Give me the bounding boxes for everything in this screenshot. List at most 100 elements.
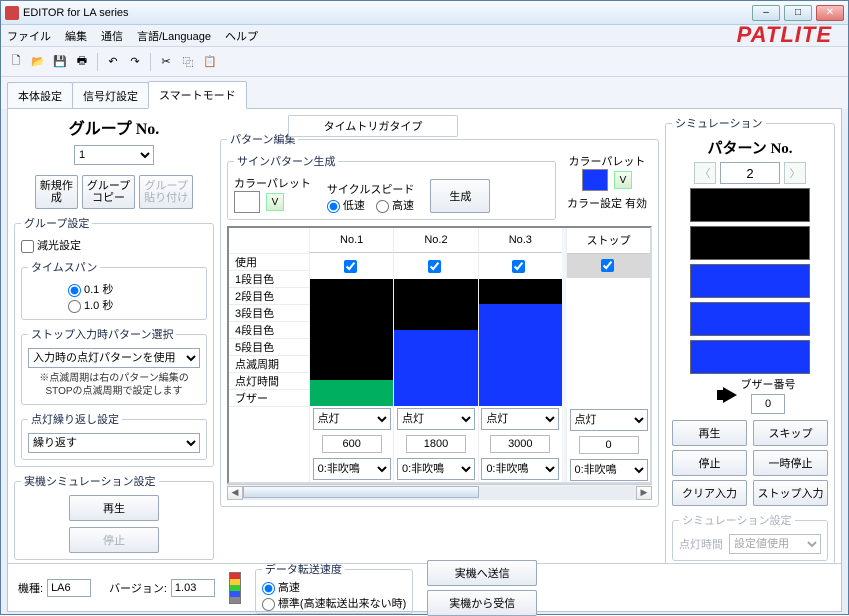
stop-pattern-select[interactable]: 入力時の点灯パターンを使用 [28, 348, 200, 368]
send-button[interactable]: 実機へ送信 [427, 560, 537, 586]
repeat-select[interactable]: 繰り返す [28, 433, 200, 453]
palette-dropdown-right-icon[interactable]: V [614, 171, 632, 189]
redo-icon[interactable]: ↷ [126, 53, 144, 71]
c1-3-color[interactable] [479, 279, 562, 304]
time-3-input[interactable] [490, 435, 550, 453]
print-icon[interactable]: 🖶 [73, 53, 91, 71]
scroll-right-icon[interactable]: ▶ [636, 486, 652, 500]
dim-checkbox-label[interactable]: 減光設定 [21, 240, 81, 252]
buzzer-no-input[interactable] [751, 394, 785, 414]
scroll-left-icon[interactable]: ◀ [227, 486, 243, 500]
c4-3-color[interactable] [479, 355, 562, 380]
open-icon[interactable]: 📂 [29, 53, 47, 71]
save-icon[interactable]: 💾 [51, 53, 69, 71]
time-stop-input[interactable] [579, 436, 639, 454]
lit-time-label: 点灯時間 [679, 536, 723, 552]
pattern-grid: 使用 1段目色 2段目色 3段目色 4段目色 5段目色 点滅周期 点灯時間 ブザ… [227, 226, 652, 484]
dim-checkbox[interactable] [21, 240, 34, 253]
menu-edit[interactable]: 編集 [65, 28, 87, 44]
c5-2-color[interactable] [394, 380, 477, 405]
buzzer-3-select[interactable]: 0:非吹鳴 [481, 458, 559, 480]
cycle-slow-radio[interactable] [327, 200, 340, 213]
timespan-01-label[interactable]: 0.1 秒 [68, 284, 113, 296]
cycle-slow-label[interactable]: 低速 [327, 200, 365, 212]
blink-stop-select[interactable]: 点灯 [570, 409, 648, 431]
sim-tower [672, 188, 828, 374]
timespan-10-radio[interactable] [68, 300, 81, 313]
maximize-button[interactable]: □ [784, 5, 812, 21]
time-1-input[interactable] [322, 435, 382, 453]
c3-3-color[interactable] [479, 330, 562, 355]
tab-smart-mode[interactable]: スマートモード [148, 81, 247, 109]
c4-2-color[interactable] [394, 355, 477, 380]
sim-skip-button[interactable]: スキップ [753, 420, 828, 446]
palette-swatch-right[interactable] [582, 169, 608, 191]
c1-2-color[interactable] [394, 279, 477, 304]
new-button[interactable]: 新規作 成 [35, 175, 78, 209]
c5-3-color[interactable] [479, 380, 562, 405]
group-no-select[interactable]: 1 [74, 145, 154, 165]
speed-std-radio[interactable] [262, 598, 275, 611]
menu-comm[interactable]: 通信 [101, 28, 123, 44]
buzzer-stop-select[interactable]: 0:非吹鳴 [570, 459, 648, 481]
palette-state-label: カラー設定 有効 [562, 195, 652, 211]
palette-swatch-left[interactable] [234, 191, 260, 213]
sign-pattern-fieldset: サインパターン生成 カラーパレット V サイクルスピード [227, 153, 556, 220]
buzzer-2-select[interactable]: 0:非吹鳴 [397, 458, 475, 480]
paste-icon[interactable]: 📋 [201, 53, 219, 71]
group-copy-button[interactable]: グループ コピー [82, 175, 135, 209]
timespan-01-radio[interactable] [68, 284, 81, 297]
cut-icon[interactable]: ✂ [157, 53, 175, 71]
grid-hscroll[interactable]: ◀ ▶ [227, 484, 652, 500]
machine-stop-button[interactable]: 停止 [69, 527, 159, 553]
use-1-checkbox[interactable] [344, 260, 357, 273]
c2-3-color[interactable] [479, 304, 562, 329]
speed-high-label[interactable]: 高速 [262, 582, 300, 594]
speed-std-label[interactable]: 標準(高速転送出来ない時) [262, 598, 406, 610]
c1-1-color[interactable] [310, 279, 393, 304]
sim-stop-button[interactable]: 停止 [672, 450, 747, 476]
next-pattern-button[interactable]: 〉 [784, 162, 806, 184]
buzzer-1-select[interactable]: 0:非吹鳴 [313, 458, 391, 480]
menu-language[interactable]: 言語/Language [137, 28, 211, 44]
speed-high-radio[interactable] [262, 582, 275, 595]
minimize-button[interactable]: – [752, 5, 780, 21]
use-2-checkbox[interactable] [428, 260, 441, 273]
c3-1-color[interactable] [310, 330, 393, 355]
menu-file[interactable]: ファイル [7, 28, 51, 44]
c3-2-color[interactable] [394, 330, 477, 355]
new-icon[interactable]: 🗋 [7, 53, 25, 71]
blink-1-select[interactable]: 点灯 [313, 408, 391, 430]
machine-play-button[interactable]: 再生 [69, 495, 159, 521]
undo-icon[interactable]: ↶ [104, 53, 122, 71]
cycle-fast-radio[interactable] [376, 200, 389, 213]
menu-help[interactable]: ヘルプ [225, 28, 258, 44]
blink-3-select[interactable]: 点灯 [481, 408, 559, 430]
timespan-10-label[interactable]: 1.0 秒 [68, 300, 113, 312]
c2-2-color[interactable] [394, 304, 477, 329]
tower-seg-3 [690, 264, 810, 298]
sim-clear-button[interactable]: クリア入力 [672, 480, 747, 506]
use-3-checkbox[interactable] [512, 260, 525, 273]
close-button[interactable]: ✕ [816, 5, 844, 21]
cycle-fast-label[interactable]: 高速 [376, 200, 414, 212]
palette-dropdown-left-icon[interactable]: V [266, 193, 284, 211]
tab-signal-settings[interactable]: 信号灯設定 [72, 82, 149, 109]
pattern-edit-fieldset: パターン編集 サインパターン生成 カラーパレット V [220, 131, 659, 507]
c4-1-color[interactable] [310, 355, 393, 380]
c2-1-color[interactable] [310, 304, 393, 329]
blink-2-select[interactable]: 点灯 [397, 408, 475, 430]
c5-1-color[interactable] [310, 380, 393, 405]
prev-pattern-button[interactable]: 〈 [694, 162, 716, 184]
tab-body-settings[interactable]: 本体設定 [7, 82, 73, 109]
scroll-thumb[interactable] [243, 486, 479, 498]
receive-button[interactable]: 実機から受信 [427, 590, 537, 616]
copy-icon[interactable]: ⿻ [179, 53, 197, 71]
group-paste-button[interactable]: グループ 貼り付け [139, 175, 193, 209]
sim-pause-button[interactable]: 一時停止 [753, 450, 828, 476]
use-stop-checkbox[interactable] [601, 259, 614, 272]
sim-stopinput-button[interactable]: ストップ入力 [753, 480, 828, 506]
sim-play-button[interactable]: 再生 [672, 420, 747, 446]
time-2-input[interactable] [406, 435, 466, 453]
generate-button[interactable]: 生成 [430, 179, 490, 213]
